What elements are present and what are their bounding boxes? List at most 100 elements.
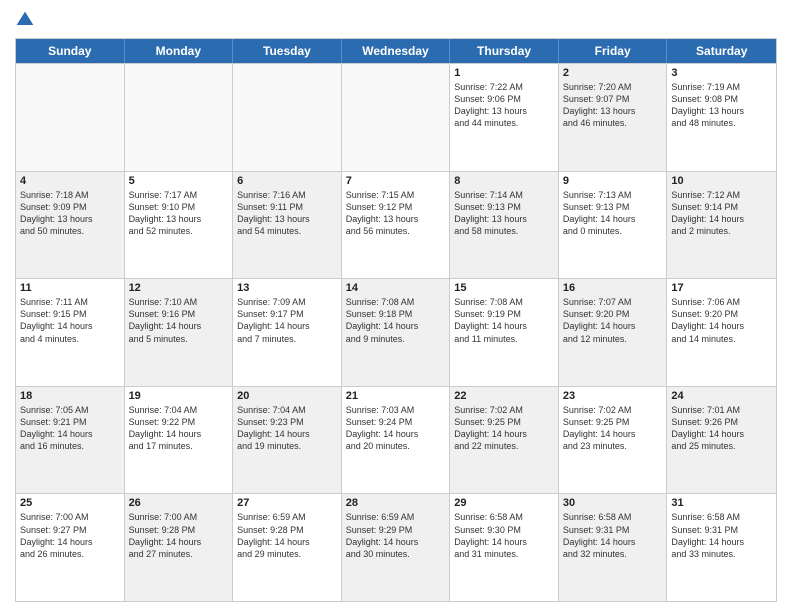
cell-line: Daylight: 14 hours <box>454 428 554 440</box>
cell-line: Sunrise: 7:02 AM <box>563 404 663 416</box>
cell-line: Sunrise: 7:15 AM <box>346 189 446 201</box>
cell-line: and 23 minutes. <box>563 440 663 452</box>
calendar-cell: 20Sunrise: 7:04 AMSunset: 9:23 PMDayligh… <box>233 387 342 494</box>
cell-line: Sunrise: 7:12 AM <box>671 189 772 201</box>
calendar-cell: 2Sunrise: 7:20 AMSunset: 9:07 PMDaylight… <box>559 64 668 171</box>
day-number: 28 <box>346 497 446 509</box>
cell-line: Sunrise: 7:22 AM <box>454 81 554 93</box>
calendar-cell: 6Sunrise: 7:16 AMSunset: 9:11 PMDaylight… <box>233 172 342 279</box>
cell-line: Daylight: 14 hours <box>20 320 120 332</box>
calendar-cell: 29Sunrise: 6:58 AMSunset: 9:30 PMDayligh… <box>450 494 559 601</box>
cell-line: Daylight: 14 hours <box>563 536 663 548</box>
calendar-cell: 19Sunrise: 7:04 AMSunset: 9:22 PMDayligh… <box>125 387 234 494</box>
cell-line: Daylight: 14 hours <box>454 320 554 332</box>
cell-line: Sunset: 9:23 PM <box>237 416 337 428</box>
calendar: SundayMondayTuesdayWednesdayThursdayFrid… <box>15 38 777 602</box>
calendar-cell: 22Sunrise: 7:02 AMSunset: 9:25 PMDayligh… <box>450 387 559 494</box>
calendar-cell: 8Sunrise: 7:14 AMSunset: 9:13 PMDaylight… <box>450 172 559 279</box>
calendar-header-day: Monday <box>125 39 234 63</box>
cell-line: Sunset: 9:20 PM <box>671 308 772 320</box>
cell-line: Sunrise: 7:05 AM <box>20 404 120 416</box>
calendar-cell: 26Sunrise: 7:00 AMSunset: 9:28 PMDayligh… <box>125 494 234 601</box>
cell-line: and 29 minutes. <box>237 548 337 560</box>
day-number: 21 <box>346 390 446 402</box>
cell-line: Sunset: 9:16 PM <box>129 308 229 320</box>
day-number: 1 <box>454 67 554 79</box>
cell-line: and 27 minutes. <box>129 548 229 560</box>
cell-line: Daylight: 14 hours <box>346 428 446 440</box>
day-number: 24 <box>671 390 772 402</box>
calendar-cell: 7Sunrise: 7:15 AMSunset: 9:12 PMDaylight… <box>342 172 451 279</box>
cell-line: and 46 minutes. <box>563 117 663 129</box>
cell-line: Sunset: 9:18 PM <box>346 308 446 320</box>
day-number: 11 <box>20 282 120 294</box>
cell-line: and 30 minutes. <box>346 548 446 560</box>
cell-line: Sunrise: 7:07 AM <box>563 296 663 308</box>
cell-line: Sunset: 9:24 PM <box>346 416 446 428</box>
cell-line: Sunset: 9:13 PM <box>563 201 663 213</box>
cell-line: Sunrise: 7:03 AM <box>346 404 446 416</box>
cell-line: Sunset: 9:19 PM <box>454 308 554 320</box>
day-number: 18 <box>20 390 120 402</box>
cell-line: and 2 minutes. <box>671 225 772 237</box>
cell-line: and 58 minutes. <box>454 225 554 237</box>
calendar-cell: 16Sunrise: 7:07 AMSunset: 9:20 PMDayligh… <box>559 279 668 386</box>
cell-line: and 26 minutes. <box>20 548 120 560</box>
day-number: 9 <box>563 175 663 187</box>
calendar-header: SundayMondayTuesdayWednesdayThursdayFrid… <box>16 39 776 63</box>
calendar-cell: 14Sunrise: 7:08 AMSunset: 9:18 PMDayligh… <box>342 279 451 386</box>
cell-line: Daylight: 14 hours <box>454 536 554 548</box>
cell-line: and 33 minutes. <box>671 548 772 560</box>
cell-line: Sunrise: 7:13 AM <box>563 189 663 201</box>
cell-line: and 11 minutes. <box>454 333 554 345</box>
cell-line: Daylight: 14 hours <box>129 536 229 548</box>
cell-line: Sunset: 9:21 PM <box>20 416 120 428</box>
day-number: 10 <box>671 175 772 187</box>
cell-line: Daylight: 13 hours <box>237 213 337 225</box>
calendar-cell <box>16 64 125 171</box>
cell-line: Sunset: 9:15 PM <box>20 308 120 320</box>
cell-line: Sunrise: 7:00 AM <box>129 511 229 523</box>
cell-line: and 56 minutes. <box>346 225 446 237</box>
cell-line: Sunset: 9:20 PM <box>563 308 663 320</box>
logo-icon <box>15 10 35 30</box>
day-number: 26 <box>129 497 229 509</box>
cell-line: Sunrise: 7:01 AM <box>671 404 772 416</box>
cell-line: Sunrise: 7:06 AM <box>671 296 772 308</box>
cell-line: Sunset: 9:31 PM <box>671 524 772 536</box>
cell-line: Sunset: 9:12 PM <box>346 201 446 213</box>
cell-line: Daylight: 14 hours <box>20 536 120 548</box>
cell-line: Sunset: 9:10 PM <box>129 201 229 213</box>
day-number: 20 <box>237 390 337 402</box>
cell-line: Daylight: 13 hours <box>563 105 663 117</box>
cell-line: Daylight: 14 hours <box>563 213 663 225</box>
cell-line: Daylight: 13 hours <box>454 105 554 117</box>
calendar-cell: 12Sunrise: 7:10 AMSunset: 9:16 PMDayligh… <box>125 279 234 386</box>
cell-line: Daylight: 14 hours <box>346 320 446 332</box>
cell-line: Daylight: 14 hours <box>237 320 337 332</box>
calendar-cell: 10Sunrise: 7:12 AMSunset: 9:14 PMDayligh… <box>667 172 776 279</box>
cell-line: Daylight: 14 hours <box>563 428 663 440</box>
cell-line: Daylight: 14 hours <box>671 428 772 440</box>
cell-line: and 5 minutes. <box>129 333 229 345</box>
day-number: 29 <box>454 497 554 509</box>
day-number: 13 <box>237 282 337 294</box>
cell-line: and 20 minutes. <box>346 440 446 452</box>
cell-line: Daylight: 14 hours <box>563 320 663 332</box>
day-number: 25 <box>20 497 120 509</box>
cell-line: and 4 minutes. <box>20 333 120 345</box>
cell-line: Sunset: 9:27 PM <box>20 524 120 536</box>
day-number: 4 <box>20 175 120 187</box>
cell-line: Daylight: 13 hours <box>346 213 446 225</box>
cell-line: and 17 minutes. <box>129 440 229 452</box>
calendar-cell: 18Sunrise: 7:05 AMSunset: 9:21 PMDayligh… <box>16 387 125 494</box>
cell-line: Daylight: 14 hours <box>237 428 337 440</box>
cell-line: and 9 minutes. <box>346 333 446 345</box>
calendar-cell: 9 Sunrise: 7:13 AMSunset: 9:13 PMDaylight… <box>559 172 668 279</box>
cell-line: Sunrise: 6:58 AM <box>563 511 663 523</box>
cell-line: Sunrise: 7:02 AM <box>454 404 554 416</box>
calendar-row: 11Sunrise: 7:11 AMSunset: 9:15 PMDayligh… <box>16 278 776 386</box>
cell-line: Sunset: 9:22 PM <box>129 416 229 428</box>
cell-line: and 52 minutes. <box>129 225 229 237</box>
cell-line: Daylight: 13 hours <box>129 213 229 225</box>
